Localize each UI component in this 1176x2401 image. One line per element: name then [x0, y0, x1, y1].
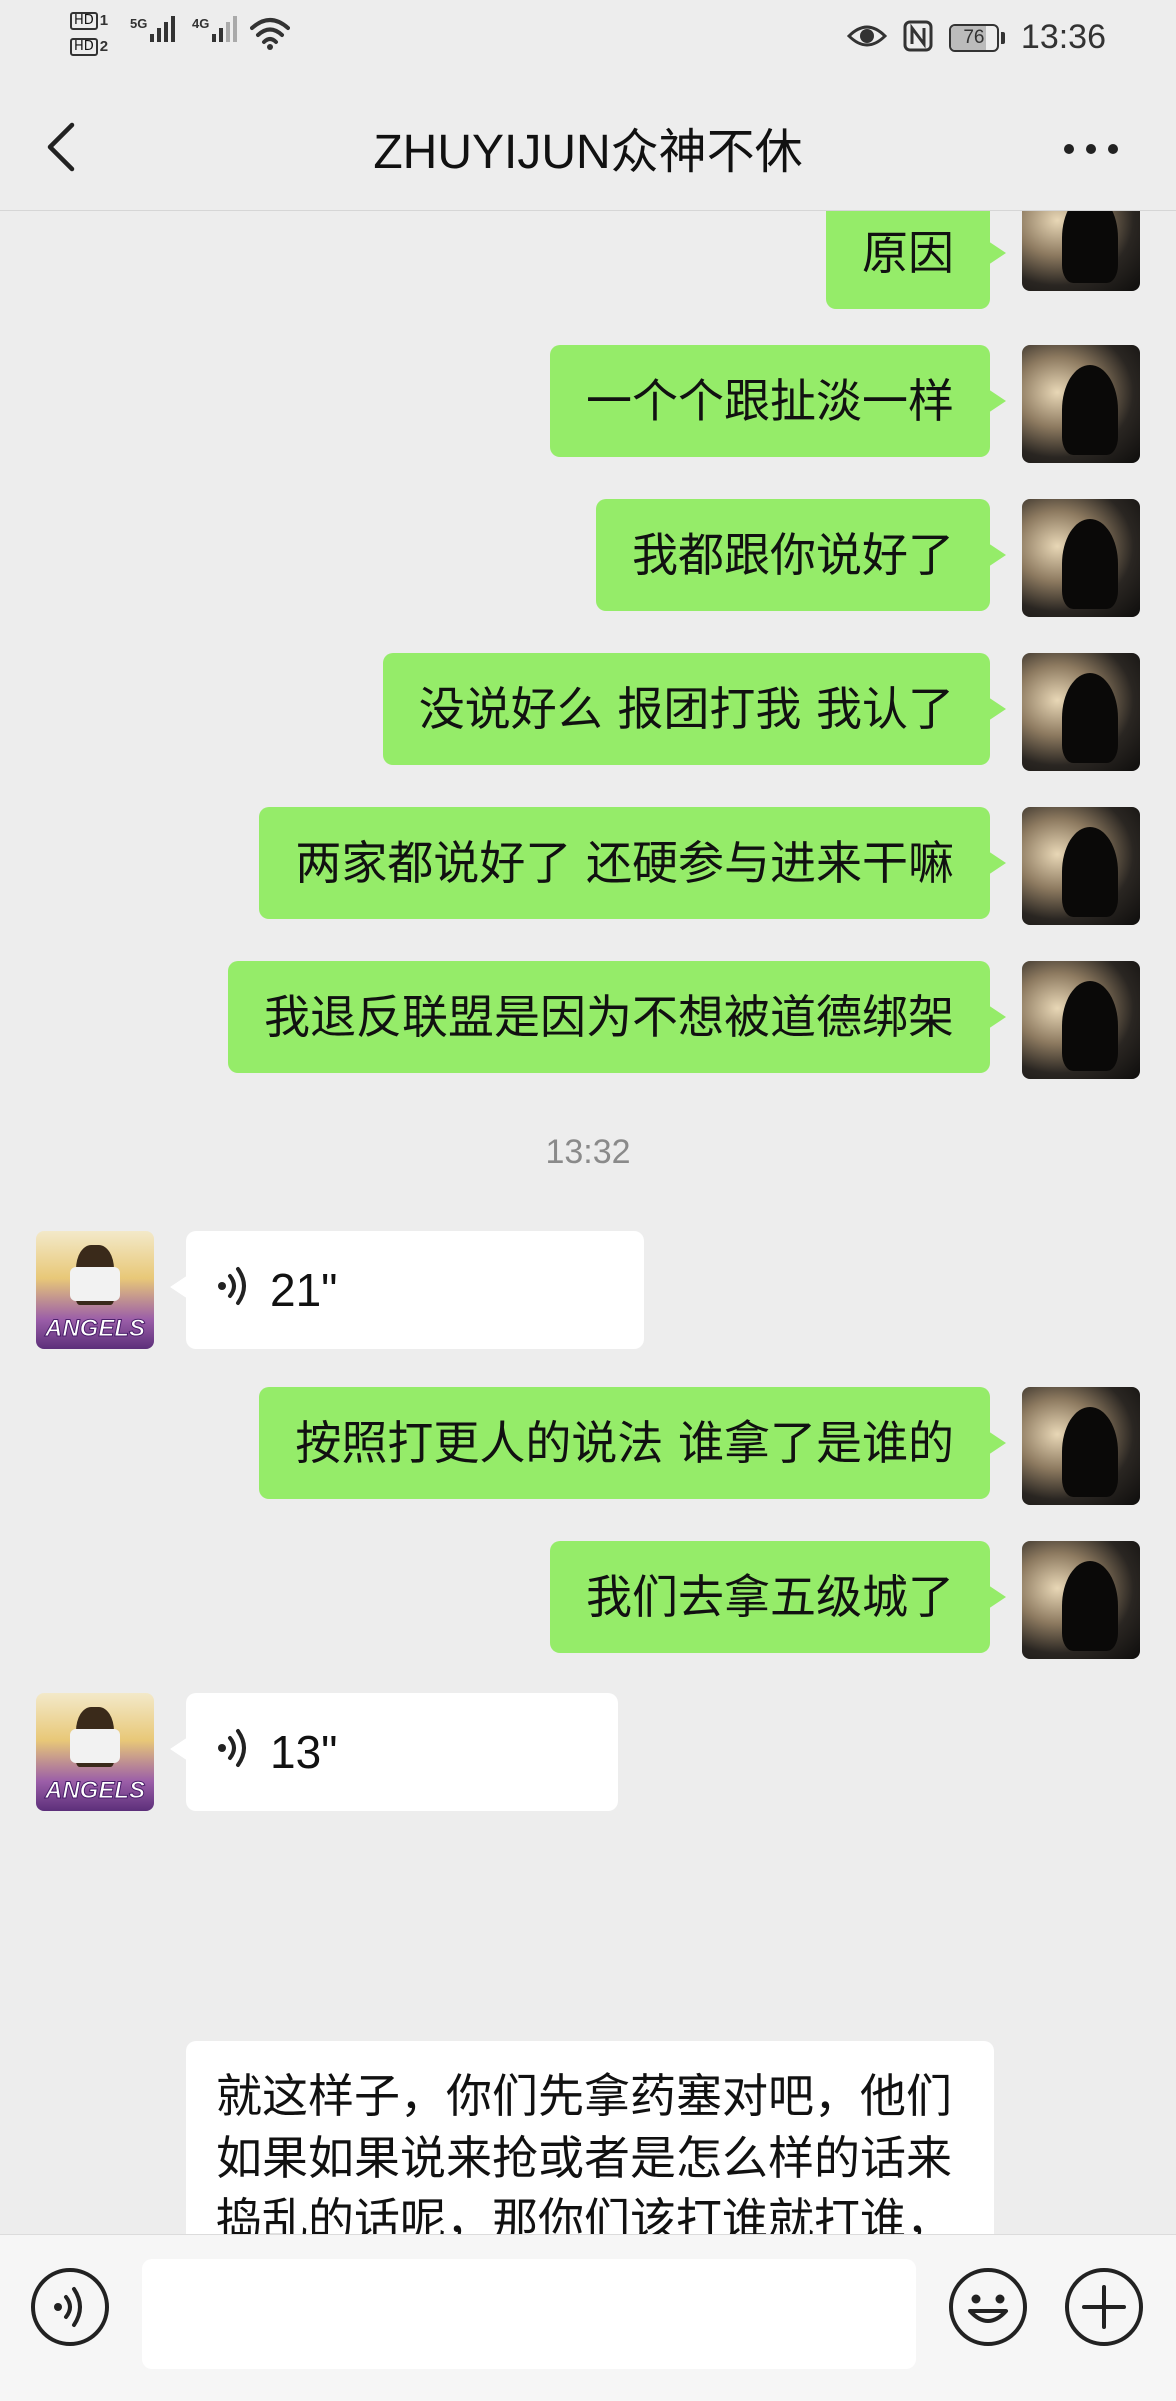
sim-indicators: HD 1 HD 2	[70, 8, 108, 60]
message-bubble[interactable]: 原因	[826, 211, 1006, 309]
battery-level: 76	[963, 26, 985, 48]
net1-label: 5G	[130, 16, 148, 31]
nfc-icon	[903, 20, 933, 56]
self-avatar[interactable]	[1022, 653, 1140, 771]
battery-icon: 76	[948, 23, 1005, 52]
net2-label: 4G	[192, 16, 210, 31]
message-row: ANGELS 13" 就这样子，你们先拿药塞对吧，他们如果如果说来抢或者是怎么样…	[0, 1693, 1176, 2234]
input-bar	[0, 2234, 1176, 2401]
chat-header: ZHUYIJUN众神不休	[0, 80, 1176, 211]
message-bubble[interactable]: 我们去拿五级城了	[550, 1541, 1006, 1653]
other-avatar[interactable]: ANGELS	[36, 1693, 154, 1811]
voice-input-button[interactable]	[28, 2267, 112, 2351]
message-bubble[interactable]: 我退反联盟是因为不想被道德绑架	[228, 961, 1006, 1073]
message-row: 我们去拿五级城了	[0, 1541, 1176, 1661]
self-avatar[interactable]	[1022, 807, 1140, 925]
voice-message-bubble[interactable]: 13"	[170, 1693, 618, 1811]
self-avatar[interactable]	[1022, 211, 1140, 291]
more-dots-icon	[1063, 140, 1119, 159]
message-bubble[interactable]: 两家都说好了 还硬参与进来干嘛	[259, 807, 1006, 919]
voice-input-icon	[28, 2265, 112, 2353]
more-functions-button[interactable]	[1062, 2267, 1146, 2351]
message-row: 我退反联盟是因为不想被道德绑架	[0, 961, 1176, 1081]
status-time: 13:36	[1020, 18, 1106, 56]
hd1-badge: HD	[70, 12, 98, 30]
self-avatar[interactable]	[1022, 499, 1140, 617]
self-avatar[interactable]	[1022, 961, 1140, 1079]
chat-message-list[interactable]: 原因 一个个跟扯淡一样 我都跟你说好了 没说好么 报团打我 我认了 两家都说好了…	[0, 211, 1176, 2234]
status-bar: HD 1 HD 2 5G 4G 76 13:36	[0, 0, 1176, 80]
message-bubble[interactable]: 没说好么 报团打我 我认了	[382, 653, 1007, 765]
message-bubble[interactable]: 按照打更人的说法 谁拿了是谁的	[259, 1387, 1006, 1499]
voice-wave-icon	[216, 1721, 252, 1783]
more-button[interactable]	[1056, 124, 1126, 174]
chat-title: ZHUYIJUN众神不休	[373, 126, 803, 179]
signal-icon-2: 4G	[192, 16, 240, 42]
message-row: 两家都说好了 还硬参与进来干嘛	[0, 807, 1176, 927]
message-row: ANGELS 21"	[0, 1231, 1176, 1351]
self-avatar[interactable]	[1022, 1541, 1140, 1659]
voice-wave-icon	[216, 1259, 252, 1321]
message-timestamp: 13:32	[545, 1133, 631, 1171]
emoji-icon	[946, 2265, 1030, 2353]
voice-duration: 21"	[270, 1264, 338, 1316]
message-row: 原因	[0, 211, 1176, 311]
voice-duration: 13"	[270, 1726, 338, 1778]
avatar-logo-text: ANGELS	[44, 1777, 145, 1805]
message-bubble[interactable]: 一个个跟扯淡一样	[550, 345, 1006, 457]
message-row: 没说好么 报团打我 我认了	[0, 653, 1176, 773]
message-row: 按照打更人的说法 谁拿了是谁的	[0, 1387, 1176, 1507]
voice-message-bubble[interactable]: 21"	[170, 1231, 644, 1349]
wifi-icon	[250, 16, 290, 54]
hd1-num: 1	[99, 12, 109, 29]
self-avatar[interactable]	[1022, 1387, 1140, 1505]
message-bubble[interactable]: 我都跟你说好了	[596, 499, 1006, 611]
plus-icon	[1062, 2265, 1146, 2353]
hd2-badge: HD	[70, 38, 98, 56]
avatar-logo-text: ANGELS	[44, 1315, 145, 1343]
message-row: 我都跟你说好了	[0, 499, 1176, 619]
other-avatar[interactable]: ANGELS	[36, 1231, 154, 1349]
hd2-num: 2	[99, 38, 109, 55]
self-avatar[interactable]	[1022, 345, 1140, 463]
emoji-button[interactable]	[946, 2267, 1030, 2351]
signal-icon: 5G	[130, 16, 178, 42]
message-input[interactable]	[142, 2259, 916, 2369]
eye-icon	[846, 22, 888, 54]
message-row: 一个个跟扯淡一样	[0, 345, 1176, 465]
voice-transcript-bubble[interactable]: 就这样子，你们先拿药塞对吧，他们如果如果说来抢或者是怎么样的话来捣乱的话呢，那你…	[186, 2041, 994, 2234]
